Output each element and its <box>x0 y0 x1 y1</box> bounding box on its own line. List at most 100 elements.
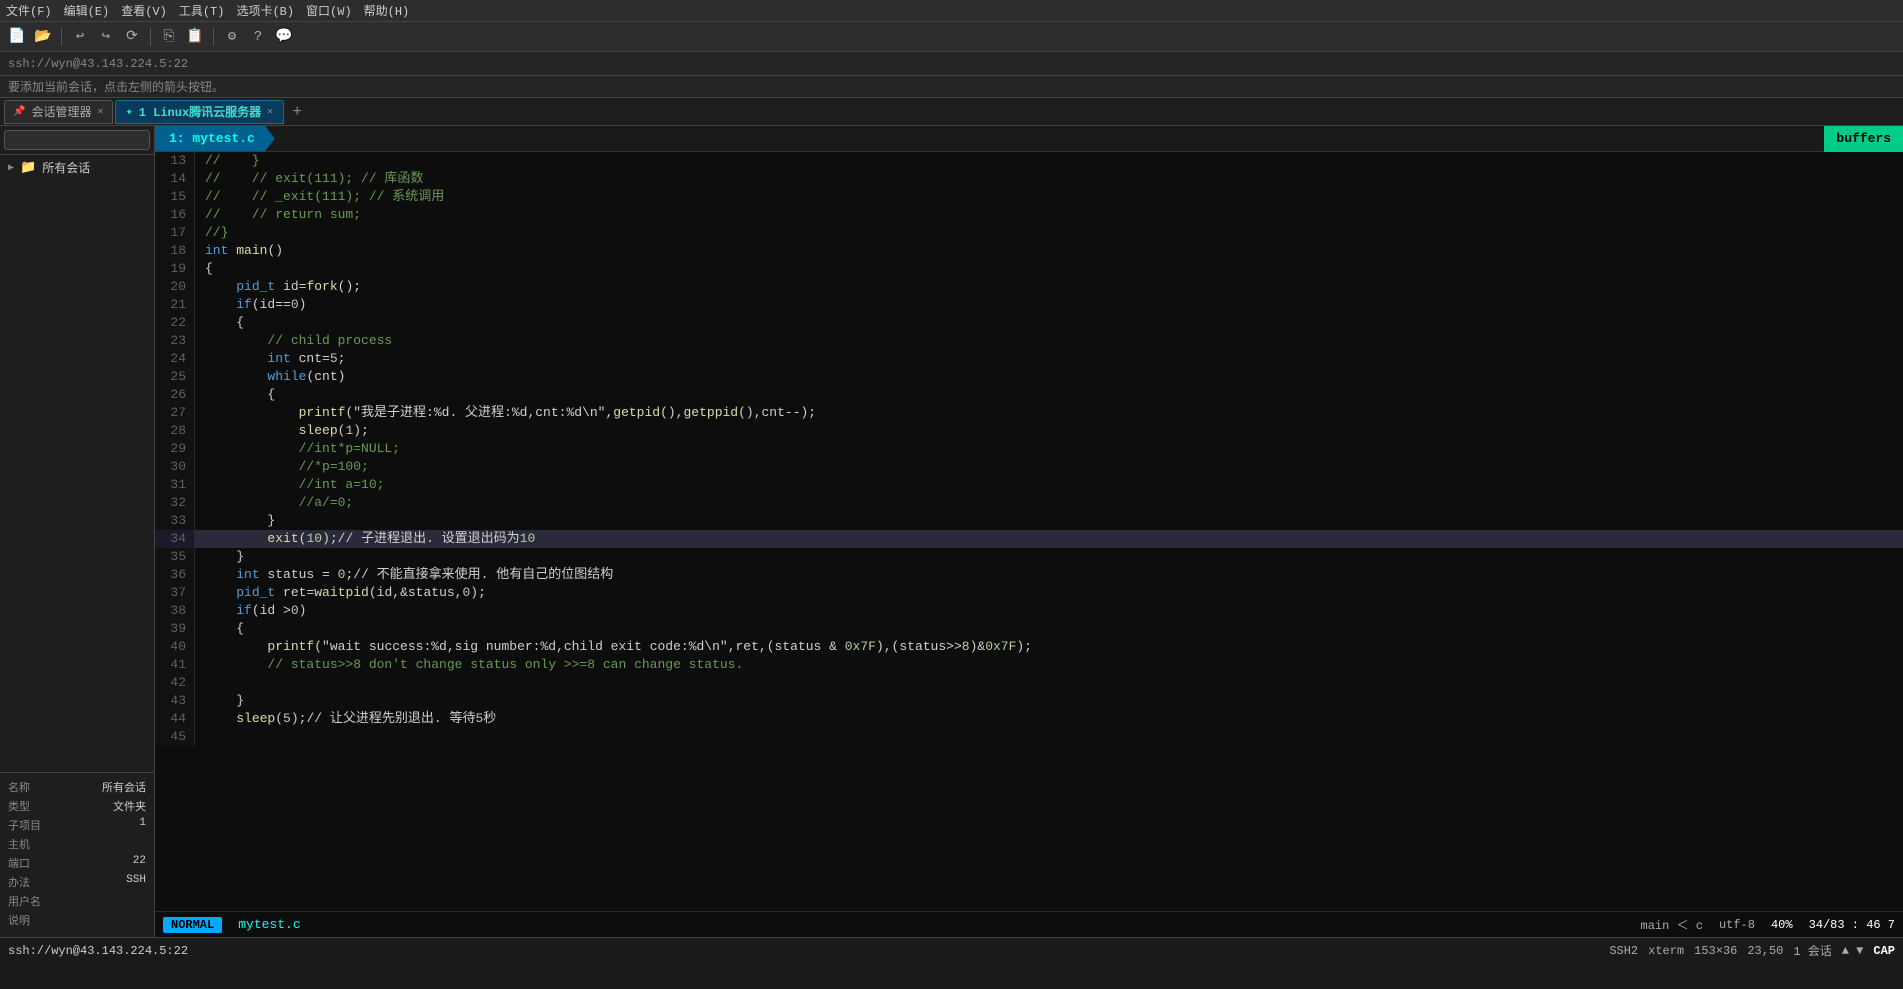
line-number: 42 <box>155 674 195 692</box>
info-port-row: 端口 22 <box>8 855 146 871</box>
menu-bar: 文件(F) 编辑(E) 查看(V) 工具(T) 选项卡(B) 窗口(W) 帮助(… <box>0 0 1903 22</box>
toolbar: 📄 📂 ↩ ↪ ⟳ ⎘ 📋 ⚙ ? 💬 <box>0 22 1903 52</box>
table-row: 15// // _exit(111); // 系统调用 <box>155 188 1903 206</box>
line-number: 26 <box>155 386 195 404</box>
session-manager-label: 会话管理器 <box>31 103 91 120</box>
menu-edit[interactable]: 编辑(E) <box>64 2 110 19</box>
status-right: main ＜ c utf-8 40% 34/83 : 46 7 <box>1641 916 1895 933</box>
line-content: { <box>195 386 1903 404</box>
table-row: 38 if(id >0) <box>155 602 1903 620</box>
main-tab-close[interactable]: ✕ <box>267 106 273 118</box>
info-method-row: 办法 SSH <box>8 874 146 890</box>
toolbar-back[interactable]: ↩ <box>69 26 91 48</box>
table-row: 31 //int a=10; <box>155 476 1903 494</box>
info-project-label: 子项目 <box>8 817 41 833</box>
tab-bar: 📌 会话管理器 ✕ ✦ 1 Linux腾讯云服务器 ✕ + <box>0 98 1903 126</box>
mode-badge: NORMAL <box>163 917 222 933</box>
line-number: 45 <box>155 728 195 746</box>
menu-tools[interactable]: 工具(T) <box>179 2 225 19</box>
toolbar-help[interactable]: ? <box>247 26 269 48</box>
toolbar-copy[interactable]: ⎘ <box>158 26 180 48</box>
table-row: 30 //*p=100; <box>155 458 1903 476</box>
line-content: { <box>195 314 1903 332</box>
line-content: // // exit(111); // 库函数 <box>195 170 1903 188</box>
line-content: //int a=10; <box>195 476 1903 494</box>
editor-file-tab[interactable]: 1: mytest.c <box>155 126 275 152</box>
toolbar-refresh[interactable]: ⟳ <box>121 26 143 48</box>
session-manager-tab[interactable]: 📌 会话管理器 ✕ <box>4 100 113 124</box>
toolbar-forward[interactable]: ↪ <box>95 26 117 48</box>
line-content: pid_t id=fork(); <box>195 278 1903 296</box>
editor-area: 1: mytest.c buffers 13// }14// // exit(1… <box>155 126 1903 937</box>
table-row: 14// // exit(111); // 库函数 <box>155 170 1903 188</box>
search-input[interactable] <box>4 130 150 150</box>
session-folder-label: 所有会话 <box>42 159 90 176</box>
line-number: 36 <box>155 566 195 584</box>
tab-close-session[interactable]: ✕ <box>97 106 103 118</box>
pin-icon: 📌 <box>13 106 25 118</box>
code-area[interactable]: 13// }14// // exit(111); // 库函数15// // _… <box>155 152 1903 911</box>
info-project-row: 子项目 1 <box>8 817 146 833</box>
info-note-row: 说明 <box>8 912 146 928</box>
line-number: 33 <box>155 512 195 530</box>
bottom-cap: CAP <box>1873 944 1895 958</box>
info-name-row: 名称 所有会话 <box>8 779 146 795</box>
main-area: ▶ 📁 所有会话 名称 所有会话 类型 文件夹 子项目 1 主机 端口 <box>0 126 1903 937</box>
info-name-value: 所有会话 <box>102 779 146 795</box>
line-content: pid_t ret=waitpid(id,&status,0); <box>195 584 1903 602</box>
editor-file-tab-label: 1: mytest.c <box>169 131 255 146</box>
line-number: 38 <box>155 602 195 620</box>
hint-text: 要添加当前会话，点击左侧的箭头按钮。 <box>8 78 224 95</box>
info-host-label: 主机 <box>8 836 30 852</box>
line-number: 28 <box>155 422 195 440</box>
session-info: 名称 所有会话 类型 文件夹 子项目 1 主机 端口 22 办法 SSH <box>0 772 154 937</box>
line-number: 35 <box>155 548 195 566</box>
bottom-term: xterm <box>1648 944 1684 958</box>
table-row: 39 { <box>155 620 1903 638</box>
info-type-value: 文件夹 <box>113 798 146 814</box>
line-number: 40 <box>155 638 195 656</box>
menu-tabs[interactable]: 选项卡(B) <box>236 2 294 19</box>
info-username-row: 用户名 <box>8 893 146 909</box>
bottom-sessions: 1 会话 <box>1793 942 1831 959</box>
line-number: 15 <box>155 188 195 206</box>
table-row: 29 //int*p=NULL; <box>155 440 1903 458</box>
table-row: 43 } <box>155 692 1903 710</box>
toolbar-settings[interactable]: ⚙ <box>221 26 243 48</box>
line-content: // } <box>195 152 1903 170</box>
line-number: 27 <box>155 404 195 422</box>
line-content: //a/=0; <box>195 494 1903 512</box>
bottom-ssh: ssh://wyn@43.143.224.5:22 <box>8 944 188 958</box>
line-content: printf("我是子进程:%d. 父进程:%d,cnt:%d\n",getpi… <box>195 404 1903 422</box>
menu-help[interactable]: 帮助(H) <box>364 2 410 19</box>
menu-file[interactable]: 文件(F) <box>6 2 52 19</box>
line-content: { <box>195 260 1903 278</box>
add-tab-button[interactable]: + <box>286 101 308 123</box>
buffers-label: buffers <box>1824 126 1903 152</box>
toolbar-paste[interactable]: 📋 <box>184 26 206 48</box>
menu-view[interactable]: 查看(V) <box>121 2 167 19</box>
toolbar-sep3 <box>213 28 214 46</box>
line-number: 31 <box>155 476 195 494</box>
toolbar-chat[interactable]: 💬 <box>273 26 295 48</box>
main-tab-label: 1 Linux腾讯云服务器 <box>139 103 261 120</box>
menu-window[interactable]: 窗口(W) <box>306 2 352 19</box>
table-row: 16// // return sum; <box>155 206 1903 224</box>
table-row: 22 { <box>155 314 1903 332</box>
info-host-row: 主机 <box>8 836 146 852</box>
table-row: 44 sleep(5);// 让父进程先别退出. 等待5秒 <box>155 710 1903 728</box>
toolbar-open[interactable]: 📂 <box>32 26 54 48</box>
line-content: // child process <box>195 332 1903 350</box>
table-row: 17//} <box>155 224 1903 242</box>
line-content: while(cnt) <box>195 368 1903 386</box>
toolbar-new[interactable]: 📄 <box>6 26 28 48</box>
main-tab[interactable]: ✦ 1 Linux腾讯云服务器 ✕ <box>115 100 285 124</box>
line-content: { <box>195 620 1903 638</box>
line-content: sleep(5);// 让父进程先别退出. 等待5秒 <box>195 710 1903 728</box>
table-row: 42 <box>155 674 1903 692</box>
sidebar-sessions[interactable]: ▶ 📁 所有会话 <box>0 155 154 180</box>
line-number: 37 <box>155 584 195 602</box>
bottom-right: SSH2 xterm 153×36 23,50 1 会话 ▲ ▼ CAP <box>1609 942 1895 959</box>
folder-icon: 📁 <box>20 160 36 175</box>
info-type-label: 类型 <box>8 798 30 814</box>
